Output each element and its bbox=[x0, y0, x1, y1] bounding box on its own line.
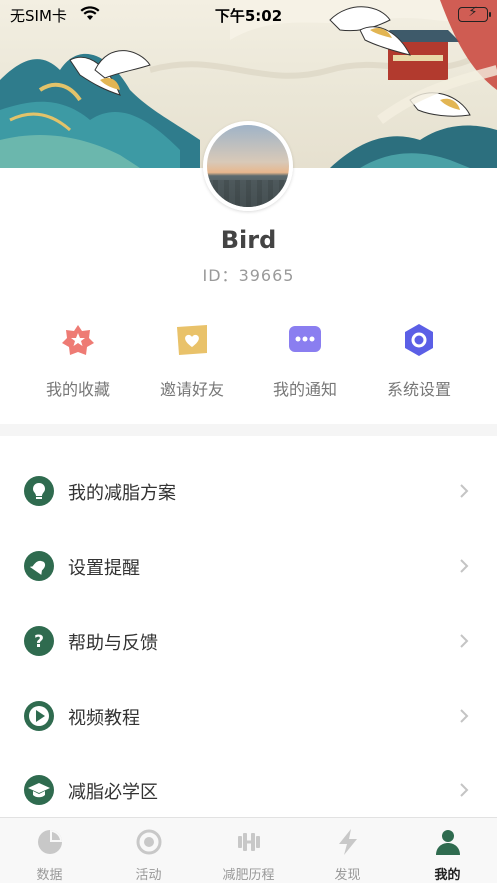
tab-label: 减肥历程 bbox=[222, 868, 275, 883]
quick-action-label: 我的通知 bbox=[272, 380, 337, 399]
tab-label: 我的 bbox=[434, 868, 461, 883]
tab-discover[interactable]: 发现 bbox=[298, 818, 397, 883]
tab-data[interactable]: 数据 bbox=[0, 818, 99, 883]
play-icon bbox=[24, 700, 54, 731]
lightbulb-icon bbox=[24, 475, 54, 506]
tab-mine[interactable]: 我的 bbox=[398, 818, 497, 883]
graduation-cap-icon bbox=[24, 774, 54, 805]
menu-item-label: 我的减脂方案 bbox=[68, 482, 176, 504]
quick-action-label: 我的收藏 bbox=[45, 380, 110, 399]
help-icon: ? bbox=[24, 625, 54, 656]
svg-text:?: ? bbox=[34, 632, 44, 652]
pie-chart-icon bbox=[36, 828, 64, 856]
message-dots-icon bbox=[288, 323, 322, 357]
clock: 下午5:02 bbox=[214, 7, 283, 25]
hexagon-settings-icon bbox=[402, 323, 436, 357]
tab-bar: 数据 活动 减肥历程 发现 我的 bbox=[0, 817, 497, 883]
quick-action-label: 系统设置 bbox=[386, 380, 451, 399]
section-divider bbox=[0, 424, 497, 436]
tab-weight-loss-history[interactable]: 减肥历程 bbox=[199, 818, 298, 883]
tab-label: 活动 bbox=[135, 868, 162, 883]
tab-label: 发现 bbox=[334, 868, 361, 883]
menu-item-label: 视频教程 bbox=[68, 707, 140, 729]
quick-action-label: 邀请好友 bbox=[159, 380, 224, 399]
quick-actions: 我的收藏 邀请好友 我的通知 系统设置 bbox=[0, 318, 497, 408]
menu-item-video-tutorials[interactable]: 视频教程 bbox=[0, 678, 497, 753]
dumbbell-icon bbox=[235, 828, 263, 856]
menu-item-help[interactable]: ? 帮助与反馈 bbox=[0, 603, 497, 678]
quick-action-favorites[interactable]: 我的收藏 bbox=[16, 318, 140, 408]
profile-name: Bird bbox=[220, 226, 277, 254]
menu-item-fat-loss-plan[interactable]: 我的减脂方案 bbox=[0, 453, 497, 528]
profile-id-label: ID： bbox=[202, 266, 239, 285]
menu-item-label: 设置提醒 bbox=[68, 557, 140, 579]
chevron-right-icon bbox=[459, 782, 469, 798]
menu-item-reminders[interactable]: 设置提醒 bbox=[0, 528, 497, 603]
lightning-icon bbox=[334, 828, 362, 856]
star-badge-icon bbox=[61, 323, 95, 357]
person-icon bbox=[434, 828, 462, 856]
profile-id: ID：39665 bbox=[0, 262, 497, 286]
tab-label: 数据 bbox=[36, 868, 63, 883]
profile-id-value: 39665 bbox=[238, 266, 295, 285]
bell-icon bbox=[24, 550, 54, 581]
circle-target-icon bbox=[135, 828, 163, 856]
quick-action-notifications[interactable]: 我的通知 bbox=[243, 318, 367, 408]
tab-activity[interactable]: 活动 bbox=[99, 818, 198, 883]
chevron-right-icon bbox=[459, 633, 469, 649]
chevron-right-icon bbox=[459, 483, 469, 499]
quick-action-invite[interactable]: 邀请好友 bbox=[130, 318, 254, 408]
chevron-right-icon bbox=[459, 708, 469, 724]
menu-item-label: 帮助与反馈 bbox=[68, 632, 158, 654]
chevron-right-icon bbox=[459, 558, 469, 574]
battery-charging-icon: ⚡ bbox=[458, 5, 491, 22]
heart-note-icon bbox=[175, 323, 209, 357]
avatar[interactable] bbox=[203, 121, 293, 211]
menu-item-learning-area[interactable]: 减脂必学区 bbox=[0, 752, 497, 827]
menu-item-label: 减脂必学区 bbox=[68, 781, 158, 803]
status-bar: 无SIM卡 下午5:02 ⚡ bbox=[0, 0, 497, 28]
quick-action-settings[interactable]: 系统设置 bbox=[357, 318, 481, 408]
